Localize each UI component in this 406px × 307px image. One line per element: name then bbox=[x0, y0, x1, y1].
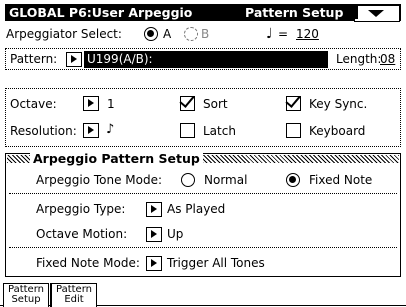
tone-mode-fixed-radio[interactable] bbox=[286, 173, 300, 187]
latch-label: Latch bbox=[203, 124, 236, 138]
keyboard-label: Keyboard bbox=[309, 124, 366, 138]
key-sync-checkbox[interactable] bbox=[286, 96, 301, 111]
arp-select-label: Arpeggiator Select: bbox=[6, 27, 122, 41]
resolution-label: Resolution: bbox=[10, 124, 77, 138]
page-title: GLOBAL P6:User Arpeggio bbox=[9, 5, 193, 20]
tab-label-line2: Setup bbox=[11, 294, 41, 305]
arp-type-label: Arpeggio Type: bbox=[36, 202, 126, 216]
tempo-value[interactable]: 120 bbox=[296, 26, 319, 42]
pattern-field[interactable]: U199(A/B): bbox=[84, 51, 328, 68]
tempo-equals: = bbox=[278, 27, 289, 41]
arp-select-a-radio[interactable] bbox=[144, 27, 158, 41]
eighth-note-icon: ♪ bbox=[106, 122, 115, 137]
pattern-label: Pattern: bbox=[10, 52, 58, 66]
tone-mode-normal-label: Normal bbox=[204, 173, 248, 187]
tab-pattern-edit[interactable]: Pattern Edit bbox=[50, 283, 97, 307]
tone-mode-label: Arpeggio Tone Mode: bbox=[36, 173, 163, 187]
latch-checkbox[interactable] bbox=[180, 123, 195, 138]
tab-pattern-setup[interactable]: Pattern Setup bbox=[3, 283, 49, 307]
divider bbox=[9, 193, 397, 194]
length-value[interactable]: 08 bbox=[380, 51, 395, 67]
octave-motion-label: Octave Motion: bbox=[36, 227, 128, 241]
arp-select-a-label: A bbox=[163, 27, 172, 41]
arp-type-value: As Played bbox=[167, 202, 226, 216]
tone-mode-normal-radio[interactable] bbox=[181, 173, 195, 187]
arp-select-b-radio[interactable] bbox=[184, 27, 198, 41]
title-bar: GLOBAL P6:User Arpeggio Pattern Setup bbox=[5, 4, 401, 22]
fixed-mode-value: Trigger All Tones bbox=[167, 256, 265, 270]
arp-setup-heading: Arpeggio Pattern Setup bbox=[30, 151, 203, 167]
octave-label: Octave: bbox=[10, 97, 57, 111]
length-label: Length: bbox=[336, 52, 382, 66]
octave-motion-popup-button[interactable] bbox=[146, 227, 162, 242]
fixed-mode-label: Fixed Note Mode: bbox=[36, 256, 140, 270]
quarter-note-icon: ♩ bbox=[266, 26, 273, 42]
keyboard-checkbox[interactable] bbox=[286, 123, 301, 138]
arp-select-b-label: B bbox=[201, 27, 210, 41]
divider bbox=[9, 247, 397, 248]
page-menu-button[interactable] bbox=[354, 5, 400, 22]
octave-motion-value: Up bbox=[167, 227, 184, 241]
tab-label-line2: Edit bbox=[64, 294, 84, 305]
arp-type-popup-button[interactable] bbox=[146, 202, 162, 217]
key-sync-label: Key Sync. bbox=[309, 97, 368, 111]
resolution-popup-button[interactable] bbox=[83, 123, 99, 138]
sort-checkbox[interactable] bbox=[180, 96, 195, 111]
tone-mode-fixed-label: Fixed Note bbox=[309, 173, 373, 187]
pattern-value: U199(A/B): bbox=[87, 52, 153, 66]
fixed-mode-popup-button[interactable] bbox=[146, 256, 162, 271]
octave-value: 1 bbox=[107, 97, 115, 111]
sort-label: Sort bbox=[203, 97, 228, 111]
pattern-popup-button[interactable] bbox=[66, 52, 82, 67]
octave-popup-button[interactable] bbox=[83, 96, 99, 111]
page-subtitle: Pattern Setup bbox=[245, 5, 344, 20]
